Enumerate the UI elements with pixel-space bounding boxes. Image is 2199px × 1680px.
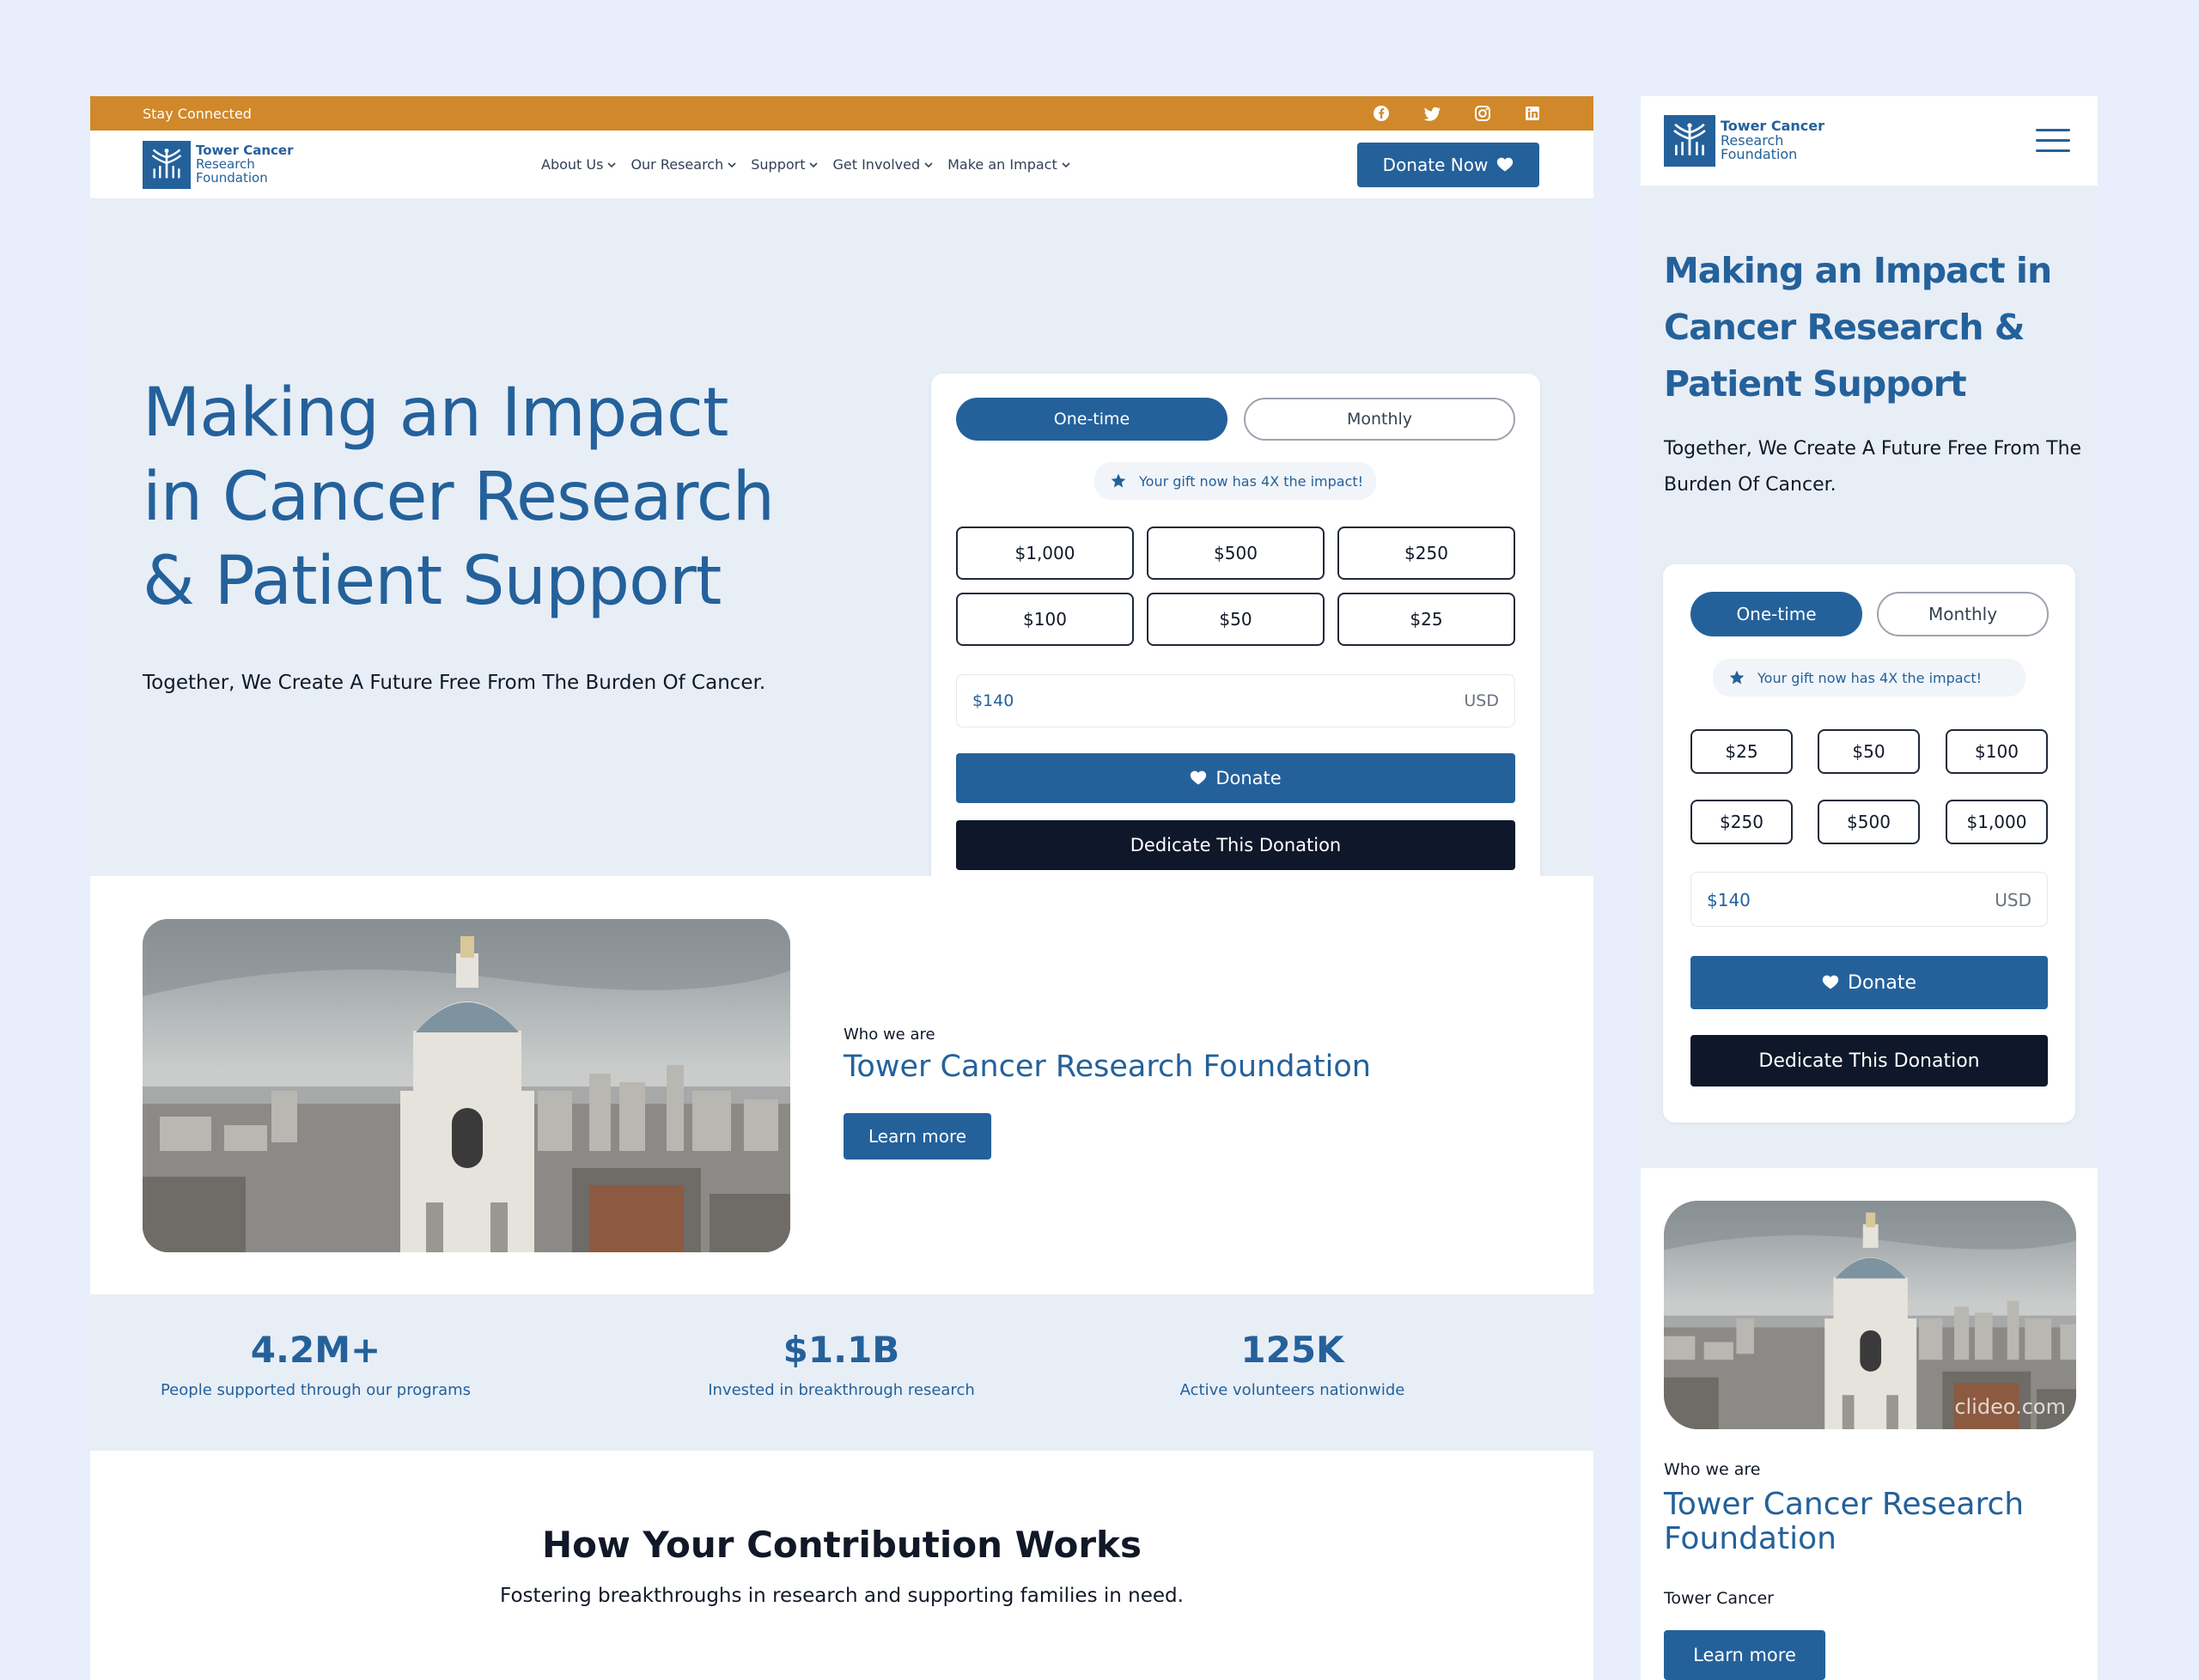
chevron-down-icon [808,160,819,170]
heart-icon [1822,974,1839,991]
nav-item-support[interactable]: Support [751,156,819,173]
learn-more-button[interactable]: Learn more [844,1113,991,1160]
stat-research-investment: $1.1B Invested in breakthrough research [708,1329,975,1399]
video-watermark: clideo.com [1954,1395,2066,1419]
logo-wordmark: Tower Cancer Research Foundation [1721,117,1825,163]
brand-logo[interactable]: Tower Cancer Research Foundation [143,141,293,189]
primary-nav: About Us Our Research Support Get Involv… [541,156,1071,173]
mobile-header: Tower Cancer Research Foundation [1641,96,2098,186]
chevron-down-icon [1061,160,1071,170]
custom-amount-value: $140 [972,691,1014,710]
hero-subtitle: Together, We Create A Future Free From T… [143,672,766,694]
donate-now-button[interactable]: Donate Now [1357,143,1539,187]
learn-more-button[interactable]: Learn more [1664,1630,1825,1680]
chevron-down-icon [727,160,737,170]
amount-option[interactable]: $50 [1818,729,1920,774]
donate-button[interactable]: Donate [1690,956,2048,1009]
linkedin-icon[interactable] [1523,104,1542,123]
gift-impact-note: Your gift now has 4X the impact! [1713,659,2025,697]
amount-option[interactable]: $1,000 [1946,800,2048,844]
one-time-toggle[interactable]: One-time [1690,592,1862,636]
mobile-donation-card: One-time Monthly Your gift now has 4X th… [1663,564,2075,1123]
chevron-down-icon [923,160,934,170]
amount-option[interactable]: $250 [1337,527,1515,580]
how-subtitle: Fostering breakthroughs in research and … [500,1585,1184,1607]
mobile-hero-subtitle: Together, We Create A Future Free From T… [1664,438,2082,496]
donate-button[interactable]: Donate [956,753,1515,803]
donation-card: One-time Monthly Your gift now has 4X th… [931,374,1540,895]
about-title: Tower Cancer Research Foundation [844,1050,1371,1084]
dedicate-donation-button[interactable]: Dedicate This Donation [956,820,1515,870]
currency-label: USD [1995,890,2031,910]
amount-option[interactable]: $500 [1147,527,1325,580]
about-title: Tower Cancer Research Foundation [1664,1487,2025,1556]
how-title: How Your Contribution Works [542,1524,1142,1566]
monthly-toggle[interactable]: Monthly [1877,592,2049,636]
stat-people-supported: 4.2M+ People supported through our progr… [160,1329,472,1399]
mobile-about-section: clideo.com Who we are Tower Cancer Resea… [1641,1168,2098,1680]
how-it-works-section: How Your Contribution Works Fostering br… [90,1451,1593,1680]
one-time-toggle[interactable]: One-time [956,398,1227,441]
mobile-hero-title: Making an Impact in Cancer Research & Pa… [1664,250,2052,405]
amount-option[interactable]: $500 [1818,800,1920,844]
nav-item-get-involved[interactable]: Get Involved [832,156,934,173]
stay-connected-text: Stay Connected [143,106,252,122]
star-icon [1110,472,1127,490]
about-eyebrow: Who we are [1664,1460,1761,1479]
mobile-page: Tower Cancer Research Foundation Making … [1641,96,2098,1680]
twitter-icon[interactable] [1423,104,1442,123]
amount-option[interactable]: $100 [1946,729,2048,774]
nav-item-our-research[interactable]: Our Research [630,156,737,173]
logo-wordmark: Tower Cancer Research Foundation [196,143,294,186]
stat-volunteers: 125K Active volunteers nationwide [1179,1329,1405,1399]
about-section: Who we are Tower Cancer Research Foundat… [90,876,1593,1294]
about-mobile-text: Tower Cancer [1664,1589,1774,1608]
heart-icon [1190,770,1207,787]
amount-option[interactable]: $25 [1690,729,1793,774]
custom-amount-value: $140 [1707,890,1751,910]
amount-option[interactable]: $1,000 [956,527,1134,580]
custom-amount-input[interactable]: $140 USD [1690,872,2048,927]
about-eyebrow: Who we are [844,1026,935,1044]
chevron-down-icon [606,160,617,170]
logo-mark-icon [1664,115,1715,167]
tower-photo [143,919,790,1252]
hero-section: Making an Impact in Cancer Research & Pa… [90,199,1593,895]
monthly-toggle[interactable]: Monthly [1244,398,1515,441]
currency-label: USD [1464,691,1499,710]
amount-option[interactable]: $250 [1690,800,1793,844]
main-navbar: Tower Cancer Research Foundation About U… [90,131,1593,199]
heart-icon [1496,156,1514,173]
nav-item-make-an-impact[interactable]: Make an Impact [947,156,1071,173]
dedicate-donation-button[interactable]: Dedicate This Donation [1690,1035,2048,1087]
facebook-icon[interactable] [1372,104,1391,123]
hamburger-menu-icon[interactable] [2036,129,2070,153]
amount-option[interactable]: $50 [1147,593,1325,646]
instagram-icon[interactable] [1473,104,1492,123]
tower-photo: clideo.com [1664,1201,2076,1429]
top-bar: Stay Connected [90,96,1593,131]
stats-section: 4.2M+ People supported through our progr… [90,1294,1593,1451]
star-icon [1728,669,1745,686]
logo-mark-icon [143,141,191,189]
nav-item-about-us[interactable]: About Us [541,156,617,173]
hero-title: Making an Impact in Cancer Research & Pa… [143,374,775,620]
desktop-page: Stay Connected Tower Cancer Research Fou… [90,96,1593,1680]
gift-impact-note: Your gift now has 4X the impact! [1094,462,1376,500]
custom-amount-input[interactable]: $140 USD [956,674,1515,727]
brand-logo[interactable]: Tower Cancer Research Foundation [1664,115,1824,167]
amount-option[interactable]: $25 [1337,593,1515,646]
amount-option[interactable]: $100 [956,593,1134,646]
